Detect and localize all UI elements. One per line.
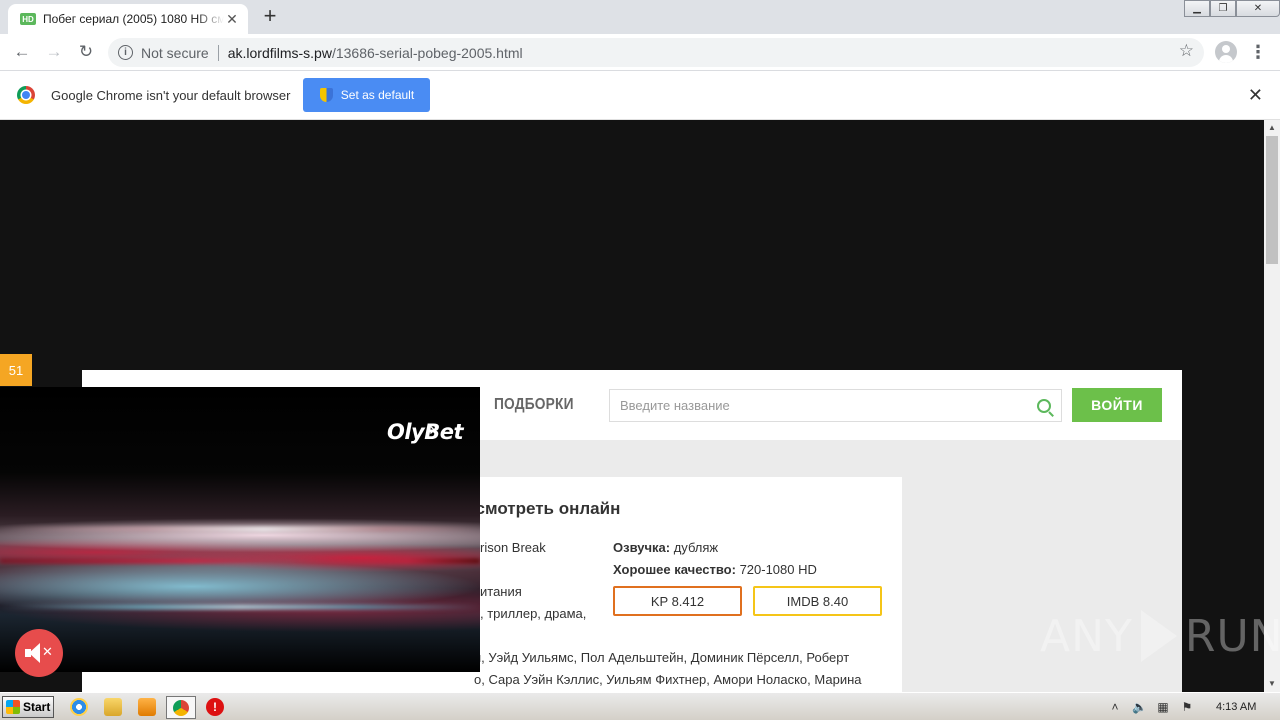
search-input[interactable] — [620, 398, 1037, 413]
clock[interactable]: 4:13 AM — [1216, 701, 1256, 713]
address-bar[interactable]: i Not secure ak.lordfilms-s.pw/13686-ser… — [108, 38, 1204, 67]
stop-alert-icon[interactable]: ! — [206, 698, 224, 716]
url-host: ak.lordfilms-s.pw — [227, 44, 332, 61]
search-box — [609, 389, 1062, 422]
ad-close-icon[interactable]: × — [426, 421, 442, 439]
quality-value: 720-1080 HD — [739, 562, 817, 577]
cast-line-2: о, Сара Уэйн Кэллис, Уильям Фихтнер, Амо… — [474, 672, 862, 687]
original-title: rison Break — [480, 540, 546, 555]
separator — [217, 44, 219, 61]
default-browser-infobar: Google Chrome isn't your default browser… — [0, 71, 1280, 120]
voiceover-label: Озвучка: — [613, 540, 671, 555]
back-icon[interactable]: ← — [10, 40, 34, 64]
reload-icon[interactable]: ↻ — [74, 40, 98, 64]
quality-label: Хорошее качество: — [613, 562, 736, 577]
mute-button[interactable]: ✕ — [15, 629, 63, 677]
scroll-thumb[interactable] — [1266, 136, 1278, 264]
scroll-up-icon[interactable]: ▲ — [1264, 120, 1280, 136]
quality: Хорошее качество: 720-1080 HD — [613, 562, 817, 577]
chrome-taskbar-button[interactable] — [166, 696, 196, 719]
tab-title: Побег сериал (2005) 1080 HD смотреть — [43, 12, 224, 26]
watermark-right: RUN — [1184, 610, 1280, 662]
ad-video-popup[interactable]: OlyBet × — [0, 387, 480, 672]
chrome-taskbar-icon — [173, 700, 189, 716]
tray-expand-icon[interactable]: ˄ — [1108, 700, 1122, 714]
browser-toolbar: ← → ↻ i Not secure ak.lordfilms-s.pw/136… — [0, 34, 1280, 71]
volume-icon[interactable]: 🔈 — [1132, 700, 1147, 714]
uac-shield-icon — [319, 88, 333, 102]
set-default-label: Set as default — [340, 88, 415, 102]
start-button[interactable]: Start — [2, 696, 54, 718]
kp-rating-badge: KP 8.412 — [613, 586, 742, 616]
media-player-icon[interactable] — [138, 698, 156, 716]
voiceover: Озвучка: дубляж — [613, 540, 718, 555]
restore-icon[interactable]: ❐ — [1210, 0, 1236, 17]
login-button[interactable]: ВОЙТИ — [1072, 388, 1162, 422]
window-controls: ▁ ❐ ✕ — [1184, 0, 1280, 17]
watermark-left: ANY — [1040, 610, 1133, 662]
infobar-message: Google Chrome isn't your default browser — [51, 87, 291, 103]
imdb-rating-badge: IMDB 8.40 — [753, 586, 882, 616]
menu-kebab-icon[interactable]: ⋮ — [1248, 41, 1268, 63]
start-label: Start — [23, 700, 51, 714]
search-icon[interactable] — [1037, 398, 1051, 413]
nav-collections[interactable]: ПОДБОРКИ — [494, 396, 574, 414]
voiceover-value: дубляж — [673, 540, 719, 555]
infobar-close-icon[interactable]: ✕ — [1248, 85, 1263, 106]
forward-icon[interactable]: → — [42, 40, 66, 64]
bookmark-star-icon[interactable]: ☆ — [1179, 41, 1194, 61]
play-logo-icon — [1140, 610, 1177, 662]
security-label: Not secure — [141, 44, 209, 61]
anyrun-watermark: ANY RUN — [1040, 610, 1280, 662]
country: итания — [480, 584, 522, 599]
window-close-icon[interactable]: ✕ — [1236, 0, 1280, 17]
tab-close-icon[interactable]: ✕ — [224, 11, 240, 28]
ad-countdown-badge: 51 — [0, 354, 32, 386]
video-light-streak — [0, 559, 480, 563]
hd-favicon-icon: HD — [20, 13, 36, 25]
system-tray: ˄ 🔈 ▦ ⚑ 4:13 AM — [1102, 695, 1278, 719]
genres: , триллер, драма, — [480, 606, 587, 621]
page-scrollbar[interactable]: ▲ ▼ — [1264, 120, 1280, 692]
video-light-streak — [0, 527, 480, 531]
set-default-button[interactable]: Set as default — [303, 78, 431, 112]
scroll-down-icon[interactable]: ▼ — [1264, 676, 1280, 692]
browser-tab[interactable]: HD Побег сериал (2005) 1080 HD смотреть … — [8, 4, 248, 34]
page-viewport: ПОДБОРКИ ВОЙТИ л смотреть онлайн rison B… — [0, 120, 1264, 692]
windows-taskbar: Start ! ˄ 🔈 ▦ ⚑ 4:13 AM — [0, 692, 1280, 720]
windows-logo-icon — [6, 700, 20, 714]
file-explorer-icon[interactable] — [104, 698, 122, 716]
tab-strip: HD Побег сериал (2005) 1080 HD смотреть … — [0, 0, 1280, 34]
internet-explorer-icon[interactable] — [70, 698, 88, 716]
action-center-flag-icon[interactable]: ⚑ — [1180, 700, 1194, 714]
url-path: /13686-serial-pobeg-2005.html — [331, 44, 523, 61]
minimize-icon[interactable]: ▁ — [1184, 0, 1210, 17]
new-tab-icon[interactable]: + — [258, 4, 282, 30]
speaker-muted-icon: ✕ — [25, 643, 53, 663]
info-icon[interactable]: i — [118, 45, 133, 60]
chrome-logo-icon — [17, 86, 35, 104]
network-icon[interactable]: ▦ — [1156, 700, 1170, 714]
profile-avatar-icon[interactable] — [1215, 41, 1237, 63]
page-title: л смотреть онлайн — [460, 499, 621, 518]
video-light-streak — [0, 605, 480, 609]
cast-line-1: н, Уэйд Уильямс, Пол Адельштейн, Доминик… — [474, 650, 850, 665]
